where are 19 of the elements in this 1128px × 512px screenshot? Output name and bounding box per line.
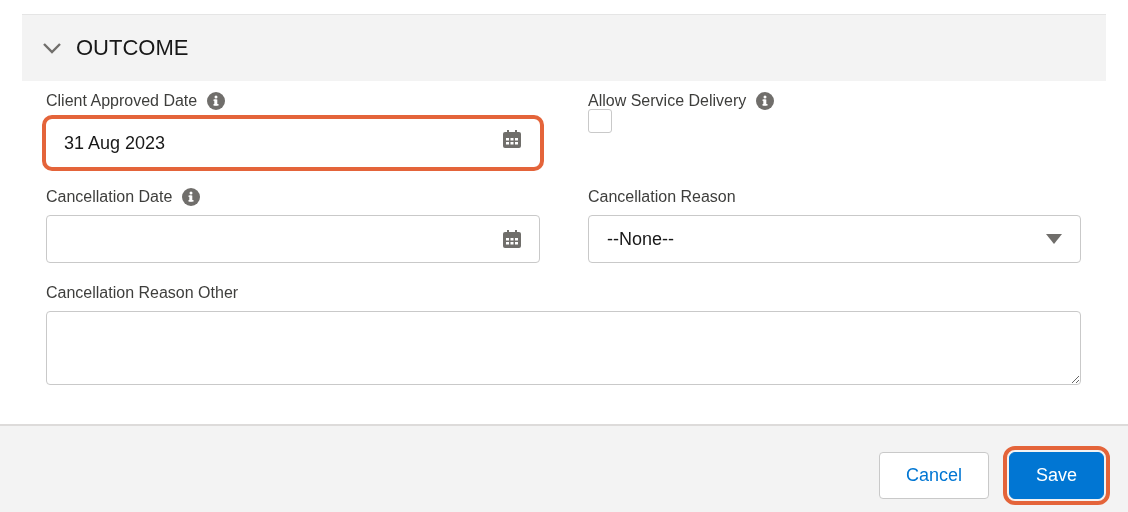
select-field[interactable]: --None-- xyxy=(588,215,1081,263)
field-label: Allow Service Delivery xyxy=(588,92,747,110)
checkbox[interactable] xyxy=(588,109,612,133)
cancel-button[interactable]: Cancel xyxy=(878,452,989,499)
field-label: Cancellation Reason Other xyxy=(46,284,239,302)
section-header[interactable]: OUTCOME xyxy=(22,14,1106,81)
info-icon[interactable] xyxy=(207,92,226,110)
textarea-field[interactable] xyxy=(46,311,1081,385)
caret-icon xyxy=(1046,234,1062,244)
date-field[interactable] xyxy=(46,215,540,263)
info-icon[interactable] xyxy=(756,92,775,110)
section-title: OUTCOME xyxy=(76,35,189,61)
field-label: Cancellation Date xyxy=(46,188,173,206)
calendar-icon[interactable] xyxy=(502,229,522,249)
calendar-icon[interactable] xyxy=(502,129,522,149)
field-label: Client Approved Date xyxy=(46,92,198,110)
info-icon[interactable] xyxy=(182,188,201,206)
date-field[interactable]: 31 Aug 2023 xyxy=(42,115,544,171)
field-label: Cancellation Reason xyxy=(588,188,736,206)
